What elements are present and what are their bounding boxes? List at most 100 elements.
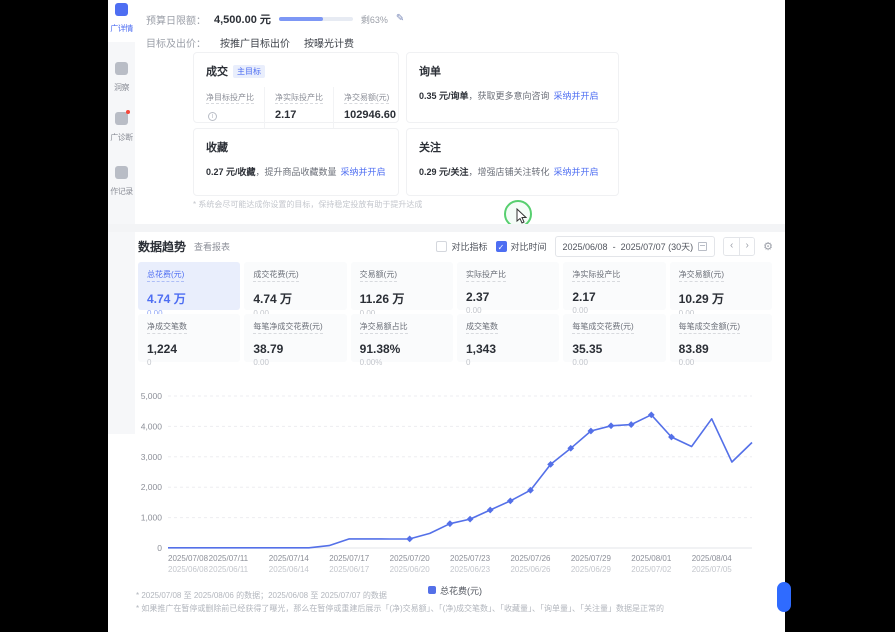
metric-tile-1[interactable]: 成交花费(元)4.74 万0.00 — [244, 262, 347, 318]
svg-text:2025/07/02: 2025/07/02 — [631, 565, 672, 574]
sidebar-item-label: 作记录 — [110, 187, 133, 196]
svg-text:2025/08/04: 2025/08/04 — [692, 554, 733, 563]
legend-swatch — [428, 586, 436, 594]
edit-budget-icon[interactable]: ✎ — [396, 14, 404, 24]
metric-tile-2[interactable]: 交易额(元)11.26 万0.00 — [350, 262, 453, 318]
date-start: 2025/06/08 — [562, 241, 608, 252]
prev-period-button[interactable]: ‹ — [724, 238, 740, 255]
svg-text:2,000: 2,000 — [141, 482, 163, 492]
floating-scroll-pill[interactable] — [777, 582, 791, 612]
view-report-link[interactable]: 查看报表 — [194, 240, 230, 253]
tile-value: 38.79 — [253, 342, 284, 356]
budget-row: 预算日限额： 4,500.00 元 剩63% ✎ — [146, 11, 404, 27]
card-description: 0.27 元/收藏，提升商品收藏数量 采纳并开启 — [206, 165, 386, 178]
svg-text:1,000: 1,000 — [141, 513, 163, 523]
svg-text:2025/07/23: 2025/07/23 — [450, 554, 491, 563]
metric-label: 净实际投产比 — [275, 93, 323, 104]
svg-text:2025/07/29: 2025/07/29 — [571, 554, 612, 563]
budget-value: 4,500.00 元 — [214, 14, 271, 26]
svg-text:2025/06/26: 2025/06/26 — [510, 565, 551, 574]
metric-tile-4[interactable]: 净实际投产比 2.17 0.00 — [563, 262, 666, 315]
tile-value: 2.37 — [466, 290, 490, 304]
tile-label: 实际投产比 — [466, 269, 506, 282]
metric-tile-5[interactable]: 净交易额(元)10.29 万0.00 — [669, 262, 772, 318]
bidding-option-exposure[interactable]: 按曝光计费 — [304, 35, 354, 50]
tile-label: 每笔成交花费(元) — [572, 321, 634, 334]
sidebar-panel — [108, 42, 135, 434]
tile-value: 2.17 — [572, 290, 596, 304]
tile-label: 每笔净成交花费(元) — [253, 321, 323, 334]
metric-tile-10[interactable]: 每笔成交花费(元) 35.35 0.00 — [563, 314, 666, 367]
compare-metric-label: 对比指标 — [451, 242, 488, 252]
svg-text:2025/06/29: 2025/06/29 — [571, 565, 612, 574]
svg-text:2025/06/20: 2025/06/20 — [390, 565, 431, 574]
promotion-detail-icon — [115, 3, 128, 16]
svg-text:2025/06/23: 2025/06/23 — [450, 565, 491, 574]
metric-tile-11[interactable]: 每笔成交金额(元) 83.89 0.00 — [669, 314, 772, 367]
card-description: 0.35 元/询单，获取更多意向咨询 采纳并开启 — [419, 89, 606, 102]
metric-tile-9[interactable]: 成交笔数 1,343 0 — [457, 314, 560, 367]
compare-time-checkbox[interactable]: ✓ 对比时间 — [495, 240, 547, 253]
metric-tile-6[interactable]: 净成交笔数 1,224 0 — [138, 314, 241, 367]
svg-text:2025/08/01: 2025/08/01 — [631, 554, 672, 563]
legend-item-total-spend[interactable]: 总花费(元) — [428, 584, 482, 597]
checkbox-checked-icon[interactable]: ✓ — [495, 241, 507, 252]
adopt-enable-link[interactable]: 采纳并开启 — [554, 91, 599, 101]
data-point-marker — [466, 515, 474, 523]
tile-label: 成交花费(元) — [253, 269, 299, 282]
svg-text:2025/06/17: 2025/06/17 — [329, 565, 370, 574]
metric-label: 净目标投产比 — [206, 93, 254, 104]
sidebar-item-label: 广详情 — [110, 24, 133, 33]
section-divider — [108, 224, 785, 232]
history-clock-icon — [115, 166, 128, 179]
budget-progress-bar — [278, 17, 353, 21]
svg-text:2025/06/11: 2025/06/11 — [209, 565, 249, 574]
compare-metric-checkbox[interactable]: 对比指标 — [436, 240, 488, 253]
calendar-icon[interactable] — [698, 242, 708, 251]
ad-detail-panel: 广详情 洞察 广诊断 作记录 预算日限额： 4,500.00 元 剩63% ✎ 目标及… — [108, 0, 785, 632]
tile-value: 4.74 万 — [253, 292, 293, 306]
svg-text:2025/07/08: 2025/07/08 — [168, 554, 209, 563]
checkbox-unchecked-icon[interactable] — [436, 241, 448, 252]
sidebar-item-0[interactable]: 广详情 — [108, 3, 135, 34]
tile-compare-value: 0.00 — [572, 358, 588, 367]
adopt-enable-link[interactable]: 采纳并开启 — [341, 167, 386, 177]
sidebar-item-3[interactable]: 作记录 — [108, 166, 135, 197]
info-icon[interactable]: i — [208, 112, 217, 121]
tile-compare-value: 0.00 — [253, 358, 269, 367]
goal-card-follow: 关注 0.29 元/关注，增强店铺关注转化 采纳并开启 — [406, 128, 619, 196]
tile-label: 净实际投产比 — [572, 269, 621, 282]
adopt-enable-link[interactable]: 采纳并开启 — [554, 167, 599, 177]
goal-card-title: 成交 — [206, 66, 228, 78]
metric-tile-3[interactable]: 实际投产比 2.37 0.00 — [457, 262, 560, 315]
tile-value: 1,224 — [147, 342, 178, 356]
sidebar-item-label: 广诊断 — [110, 133, 133, 142]
tile-label: 每笔成交金额(元) — [678, 321, 740, 334]
date-range-picker[interactable]: 2025/06/08 - 2025/07/07 (30天) — [554, 236, 716, 257]
next-period-button[interactable]: › — [739, 238, 755, 255]
tile-label: 净成交笔数 — [147, 321, 187, 334]
data-point-marker — [627, 421, 635, 428]
gear-icon[interactable]: ⚙ — [763, 240, 773, 253]
sidebar-item-2[interactable]: 广诊断 — [108, 110, 135, 143]
metric-tile-0[interactable]: 总花费(元)4.74 万0.00 — [138, 262, 241, 318]
goal-note: * 系统会尽可能达成你设置的目标，保持稳定投放有助于提升达成 — [193, 200, 423, 209]
goal-card-deal: 成交主目标 净目标投产比i 2.45 ✎ 净实际投产比 2.17 净交易额(元)… — [193, 52, 399, 139]
tile-label: 净交易额占比 — [359, 321, 408, 334]
bidding-option-goal[interactable]: 按推广目标出价 — [220, 35, 290, 50]
tile-value: 35.35 — [572, 342, 603, 356]
tile-compare-value: 0 — [147, 358, 152, 367]
metric-tile-8[interactable]: 净交易额占比 91.38% 0.00% — [350, 314, 453, 367]
tile-compare-value: 0.00 — [678, 358, 695, 367]
goal-card-inquiry: 询单 0.35 元/询单，获取更多意向咨询 采纳并开启 — [406, 52, 619, 123]
date-separator: - — [612, 241, 616, 252]
footnote-data-explanation: * 如果推广在暂停或删除前已经获得了曝光，那么在暂停或重建后展示「(净)交易额」… — [136, 604, 664, 613]
svg-text:2025/06/08: 2025/06/08 — [168, 565, 209, 574]
svg-text:4,000: 4,000 — [141, 421, 163, 431]
metric-value: 102946.60 — [344, 109, 396, 121]
metric-tile-7[interactable]: 每笔净成交花费(元) 38.79 0.00 — [244, 314, 347, 367]
primary-goal-badge: 主目标 — [233, 65, 265, 78]
sidebar-item-1[interactable]: 洞察 — [108, 62, 135, 93]
notification-dot — [126, 110, 130, 114]
svg-text:2025/07/11: 2025/07/11 — [209, 554, 249, 563]
